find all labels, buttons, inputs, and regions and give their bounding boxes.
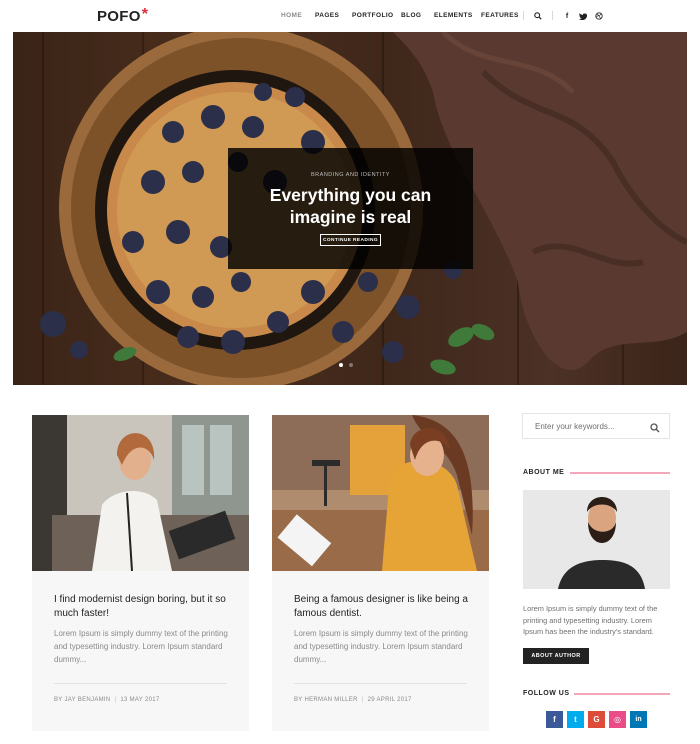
search-icon[interactable] xyxy=(650,420,662,433)
search-input[interactable] xyxy=(523,414,643,438)
blog-card: I find modernist design boring, but it s… xyxy=(32,415,249,731)
card-divider xyxy=(54,683,227,684)
site-header: POFO* HOME PAGES PORTFOLIO BLOG ELEMENTS… xyxy=(0,0,700,32)
facebook-icon[interactable]: f xyxy=(546,711,563,728)
hero-kicker: BRANDING AND IDENTITY xyxy=(311,172,390,178)
search-icon[interactable] xyxy=(533,10,543,22)
twitter-icon[interactable]: t xyxy=(567,711,584,728)
blog-card: Being a famous designer is like being a … xyxy=(272,415,489,731)
post-meta: BY HERMAN MILLER | 29 APRIL 2017 xyxy=(294,697,412,703)
post-date: 29 APRIL 2017 xyxy=(367,697,412,703)
heading-rule xyxy=(570,472,670,474)
slider-dot[interactable] xyxy=(349,363,353,367)
about-text: Lorem Ipsum is simply dummy text of the … xyxy=(523,604,658,636)
facebook-icon[interactable]: f xyxy=(562,10,572,22)
post-image[interactable] xyxy=(32,415,249,571)
nav-divider xyxy=(552,11,553,20)
logo-asterisk: * xyxy=(141,6,149,23)
nav-divider xyxy=(523,11,524,20)
nav-home[interactable]: HOME xyxy=(281,12,302,19)
hero-slider: BRANDING AND IDENTITY Everything you can… xyxy=(13,32,687,385)
nav-pages[interactable]: PAGES xyxy=(315,12,339,19)
google-plus-icon[interactable]: G xyxy=(588,711,605,728)
post-date: 13 MAY 2017 xyxy=(120,697,160,703)
site-logo[interactable]: POFO* xyxy=(97,6,149,26)
post-title[interactable]: I find modernist design boring, but it s… xyxy=(54,593,229,621)
sidebar-search xyxy=(522,413,670,439)
about-author-button[interactable]: ABOUT AUTHOR xyxy=(523,648,589,664)
post-author[interactable]: BY JAY BENJAMIN xyxy=(54,697,111,703)
nav-features[interactable]: FEATURES xyxy=(481,12,519,19)
post-meta: BY JAY BENJAMIN | 13 MAY 2017 xyxy=(54,697,160,703)
nav-elements[interactable]: ELEMENTS xyxy=(434,12,473,19)
heading-rule xyxy=(574,693,670,695)
card-divider xyxy=(294,683,467,684)
post-title[interactable]: Being a famous designer is like being a … xyxy=(294,593,469,621)
twitter-icon[interactable] xyxy=(578,10,588,22)
slider-dot-active[interactable] xyxy=(339,363,343,367)
nav-blog[interactable]: BLOG xyxy=(401,12,421,19)
hero-title-line: Everything you can xyxy=(269,185,432,205)
nav-portfolio[interactable]: PORTFOLIO xyxy=(352,12,394,19)
post-image[interactable] xyxy=(272,415,489,571)
about-heading: ABOUT ME xyxy=(523,469,565,476)
dribbble-icon[interactable]: ◎ xyxy=(609,711,626,728)
post-author[interactable]: BY HERMAN MILLER xyxy=(294,697,358,703)
hero-title: Everything you can imagine is real xyxy=(228,184,473,228)
linkedin-icon[interactable]: in xyxy=(630,711,647,728)
post-excerpt: Lorem Ipsum is simply dummy text of the … xyxy=(54,629,228,664)
author-photo xyxy=(523,490,670,589)
dribbble-icon[interactable] xyxy=(594,10,604,22)
continue-reading-button[interactable]: CONTINUE READING xyxy=(320,234,381,246)
hero-title-line: imagine is real xyxy=(289,207,412,227)
follow-heading: FOLLOW US xyxy=(523,690,570,697)
hero-caption-box: BRANDING AND IDENTITY Everything you can… xyxy=(228,148,473,269)
post-excerpt: Lorem Ipsum is simply dummy text of the … xyxy=(294,629,468,664)
